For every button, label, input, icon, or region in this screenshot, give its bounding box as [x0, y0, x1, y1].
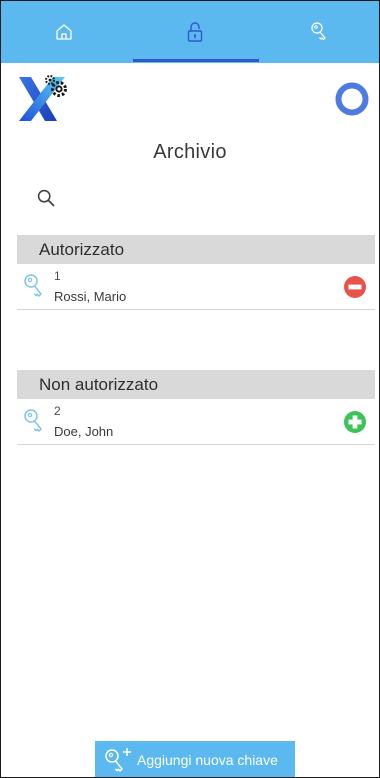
remove-icon[interactable] — [344, 276, 366, 298]
add-button-label: Aggiungi nuova chiave — [137, 751, 278, 768]
top-tab-bar — [1, 1, 379, 63]
key-icon — [311, 22, 326, 41]
tab-home[interactable] — [1, 1, 127, 63]
app-logo — [19, 75, 67, 121]
add-icon[interactable] — [344, 411, 366, 433]
key-owner-name: Rossi, Mario — [54, 289, 127, 304]
add-key-icon — [105, 747, 131, 772]
home-icon — [56, 24, 72, 40]
list-item[interactable]: 1 Rossi, Mario — [17, 265, 375, 310]
section-header-authorized: Autorizzato — [17, 235, 375, 264]
search-icon[interactable] — [37, 189, 55, 207]
section-label: Non autorizzato — [39, 375, 159, 394]
app-screen: Archivio Autorizzato 1 Rossi, Mario Non … — [0, 0, 380, 778]
key-owner-name: Doe, John — [54, 424, 114, 439]
key-number: 2 — [54, 404, 61, 418]
tab-lock[interactable] — [131, 1, 259, 63]
page-title: Archivio — [153, 141, 227, 163]
lock-icon — [187, 22, 203, 42]
section-label: Autorizzato — [39, 240, 125, 259]
status-circle-button[interactable] — [335, 82, 369, 116]
tab-keys[interactable] — [259, 1, 379, 63]
section-header-unauthorized: Non autorizzato — [17, 370, 375, 399]
active-tab-indicator — [133, 59, 259, 62]
list-item[interactable]: 2 Doe, John — [17, 400, 375, 445]
key-number: 1 — [54, 269, 61, 283]
key-icon — [24, 409, 42, 432]
key-icon — [24, 274, 42, 297]
add-new-key-button[interactable]: Aggiungi nuova chiave — [95, 741, 295, 777]
